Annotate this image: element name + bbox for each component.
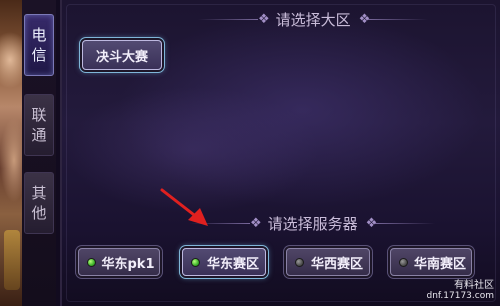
- ornament-icon: ❖: [250, 215, 262, 231]
- server-section-header: ❖ 请选择服务器 ❖: [190, 212, 436, 234]
- server-button-label: 华东pk1: [101, 256, 155, 272]
- server-button-label: 华南赛区: [413, 256, 466, 272]
- tab-other[interactable]: 其他: [24, 172, 54, 234]
- region-button-label: 决斗大赛: [95, 49, 148, 65]
- tab-telecom-label: 电信: [31, 26, 47, 64]
- ornament-icon: ❖: [358, 11, 371, 27]
- tab-unicom[interactable]: 联通: [24, 94, 54, 156]
- watermark-brand: 有料社区: [454, 280, 494, 291]
- tab-unicom-label: 联通: [31, 106, 47, 144]
- region-header-text: 请选择大区: [275, 10, 351, 29]
- divider-left: [198, 18, 258, 20]
- divider-right: [368, 18, 429, 20]
- red-arrow-icon: [160, 188, 208, 226]
- tab-telecom[interactable]: 电信: [24, 14, 54, 76]
- server-button-east-pk1[interactable]: 华东pk1: [78, 248, 160, 276]
- watermark-url: dnf.17173.com: [426, 291, 494, 301]
- region-button-duel-contest[interactable]: 决斗大赛: [82, 40, 162, 70]
- isp-tab-column: 电信 联通 其他: [22, 0, 56, 306]
- server-header-text: 请选择服务器: [267, 214, 358, 233]
- status-offline-icon: [399, 257, 408, 267]
- server-select-screen: 电信 联通 其他 ❖ 请选择大区 ❖ 决斗大赛 ❖ 请选择服务器 ❖ 华东pk1…: [0, 0, 500, 306]
- status-online-icon: [191, 257, 200, 267]
- divider-right: [375, 222, 436, 224]
- status-offline-icon: [295, 257, 304, 267]
- status-online-icon: [87, 257, 96, 267]
- region-section-header: ❖ 请选择大区 ❖: [198, 8, 429, 30]
- selection-panel: ❖ 请选择大区 ❖ 决斗大赛 ❖ 请选择服务器 ❖ 华东pk1 华东赛区 华西赛…: [60, 0, 500, 306]
- watermark: 有料社区 dnf.17173.com: [426, 280, 494, 302]
- server-button-label: 华东赛区: [206, 256, 259, 272]
- server-button-label: 华西赛区: [310, 256, 363, 272]
- tab-other-label: 其他: [31, 184, 47, 222]
- server-button-south-division[interactable]: 华南赛区: [390, 248, 472, 276]
- server-button-east-division[interactable]: 华东赛区: [182, 248, 266, 276]
- ornament-icon: ❖: [258, 11, 270, 27]
- ornament-icon: ❖: [365, 215, 378, 231]
- server-button-west-division[interactable]: 华西赛区: [286, 248, 370, 276]
